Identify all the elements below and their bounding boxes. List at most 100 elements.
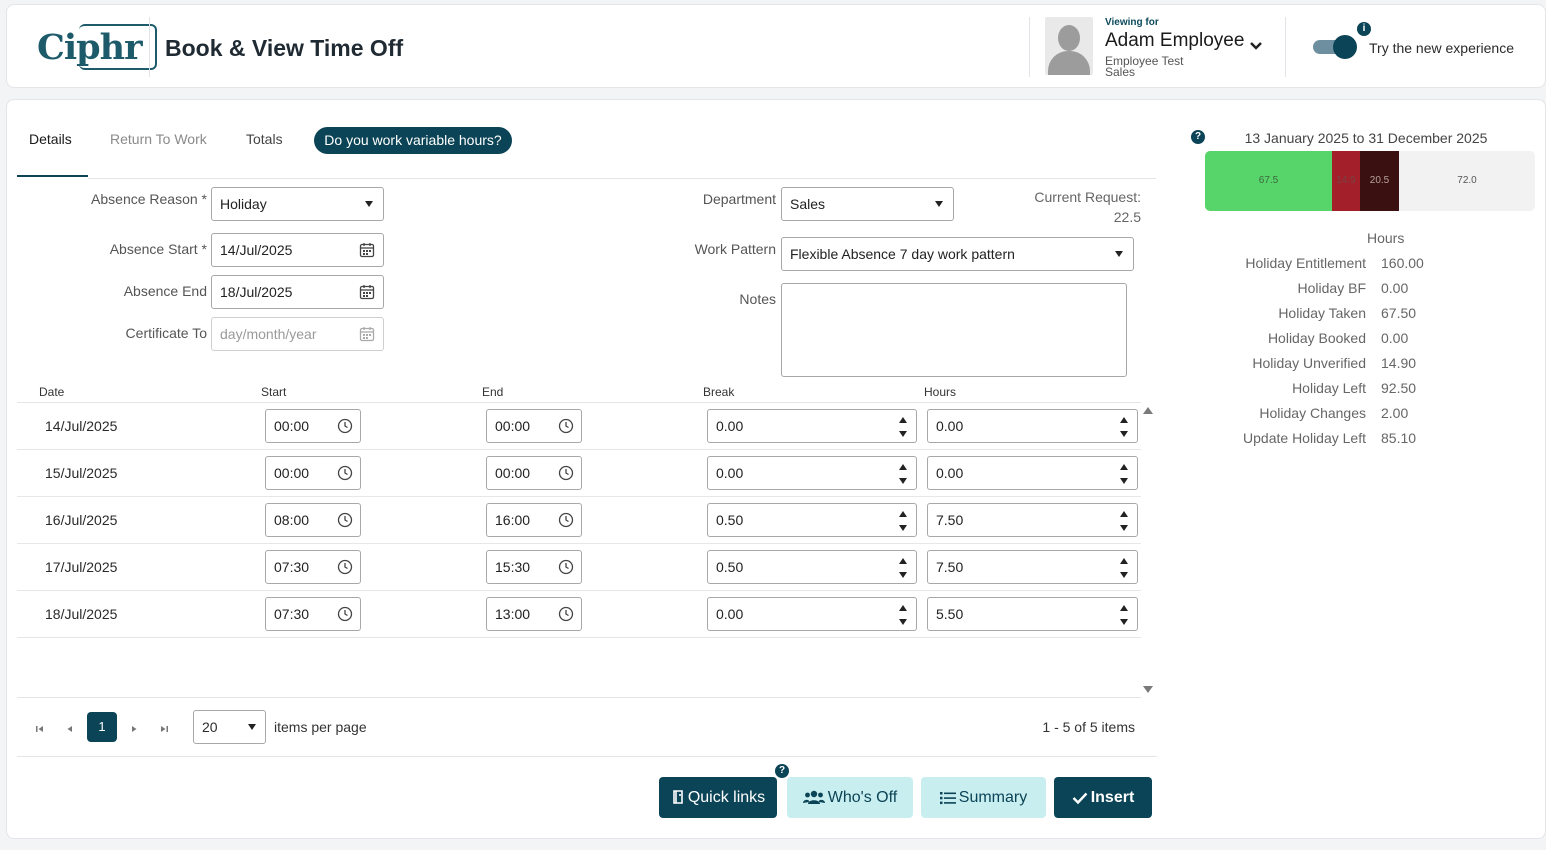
info-icon[interactable]: i: [1357, 22, 1371, 36]
break-input[interactable]: 0.50: [707, 550, 917, 584]
clock-icon[interactable]: [558, 512, 574, 528]
first-page-icon[interactable]: [33, 722, 47, 736]
header-divider: [1029, 17, 1030, 77]
work-pattern-select[interactable]: Flexible Absence 7 day work pattern: [781, 237, 1134, 271]
end-time-value: 15:30: [495, 559, 531, 575]
scroll-down-icon[interactable]: [1143, 686, 1153, 693]
column-header-end[interactable]: End: [482, 385, 503, 399]
end-time-input[interactable]: 13:00: [486, 597, 582, 631]
hours-input[interactable]: 0.00: [927, 409, 1138, 443]
hours-input[interactable]: 7.50: [927, 503, 1138, 537]
start-time-input[interactable]: 07:30: [265, 597, 361, 631]
quick-links-button[interactable]: Quick links: [659, 777, 777, 818]
hours-input[interactable]: 0.00: [927, 456, 1138, 490]
start-time-input[interactable]: 07:30: [265, 550, 361, 584]
certificate-to-placeholder: day/month/year: [220, 326, 317, 342]
hours-value: 7.50: [936, 559, 964, 575]
absence-end-field[interactable]: 18/Jul/2025: [211, 275, 384, 309]
variable-hours-button[interactable]: Do you work variable hours?: [314, 127, 512, 154]
end-time-input[interactable]: 00:00: [486, 409, 582, 443]
previous-page-icon[interactable]: [63, 722, 77, 736]
page-size-select[interactable]: 20: [193, 710, 266, 744]
spinner-arrows-icon[interactable]: [898, 558, 908, 578]
help-icon[interactable]: ?: [775, 764, 789, 778]
stat-value: 0.00: [1381, 280, 1409, 296]
work-pattern-label: Work Pattern: [694, 241, 776, 257]
end-time-input[interactable]: 16:00: [486, 503, 582, 537]
calendar-icon[interactable]: [359, 326, 375, 342]
start-time-input[interactable]: 00:00: [265, 456, 361, 490]
hours-input[interactable]: 7.50: [927, 550, 1138, 584]
start-time-input[interactable]: 08:00: [265, 503, 361, 537]
new-experience-toggle[interactable]: [1313, 35, 1359, 59]
tab-details[interactable]: Details: [29, 131, 72, 147]
column-header-break[interactable]: Break: [703, 385, 734, 399]
spinner-arrows-icon[interactable]: [1119, 417, 1129, 437]
stat-label: Update Holiday Left: [1243, 430, 1366, 446]
department-select[interactable]: Sales: [781, 187, 954, 221]
whos-off-button[interactable]: Who's Off: [787, 777, 913, 818]
insert-label: Insert: [1090, 789, 1135, 806]
clock-icon[interactable]: [337, 512, 353, 528]
spinner-arrows-icon[interactable]: [1119, 558, 1129, 578]
clock-icon[interactable]: [337, 559, 353, 575]
employee-name[interactable]: Adam Employee: [1105, 30, 1244, 52]
end-time-input[interactable]: 15:30: [486, 550, 582, 584]
spinner-arrows-icon[interactable]: [898, 417, 908, 437]
column-header-date[interactable]: Date: [39, 385, 64, 399]
break-input[interactable]: 0.00: [707, 597, 917, 631]
stat-value: 92.50: [1381, 380, 1417, 396]
end-time-input[interactable]: 00:00: [486, 456, 582, 490]
absence-reason-select[interactable]: Holiday: [211, 187, 384, 221]
calendar-icon[interactable]: [359, 284, 375, 300]
end-time-value: 00:00: [495, 418, 531, 434]
next-page-icon[interactable]: [127, 722, 141, 736]
certificate-to-field[interactable]: day/month/year: [211, 317, 384, 351]
clock-icon[interactable]: [558, 559, 574, 575]
end-time-value: 16:00: [495, 512, 531, 528]
page-number-button[interactable]: 1: [87, 712, 117, 742]
break-input[interactable]: 0.00: [707, 409, 917, 443]
spinner-arrows-icon[interactable]: [898, 464, 908, 484]
clock-icon[interactable]: [558, 606, 574, 622]
bar-segment: 20.5: [1360, 151, 1399, 211]
clock-icon[interactable]: [337, 606, 353, 622]
avatar[interactable]: [1045, 17, 1093, 75]
break-input[interactable]: 0.00: [707, 456, 917, 490]
absence-reason-label: Absence Reason *: [91, 191, 207, 207]
summary-button[interactable]: Summary: [921, 777, 1046, 818]
quick-links-label: Quick links: [687, 789, 766, 806]
start-time-input[interactable]: 00:00: [265, 409, 361, 443]
hours-input[interactable]: 5.50: [927, 597, 1138, 631]
clock-icon[interactable]: [337, 418, 353, 434]
ciphr-logo[interactable]: Ciphr: [31, 23, 157, 71]
tab-totals[interactable]: Totals: [246, 131, 283, 147]
dropdown-caret-icon: [935, 201, 943, 207]
spinner-arrows-icon[interactable]: [898, 605, 908, 625]
absence-start-field[interactable]: 14/Jul/2025: [211, 233, 384, 267]
spinner-arrows-icon[interactable]: [1119, 605, 1129, 625]
spinner-arrows-icon[interactable]: [898, 511, 908, 531]
list-icon: [939, 792, 956, 805]
avatar-body: [1048, 51, 1090, 75]
help-icon[interactable]: ?: [1191, 130, 1205, 144]
tab-return-to-work[interactable]: Return To Work: [110, 131, 207, 147]
dropdown-caret-icon: [365, 201, 373, 207]
clock-icon[interactable]: [337, 465, 353, 481]
insert-button[interactable]: Insert: [1054, 777, 1152, 818]
last-page-icon[interactable]: [157, 722, 171, 736]
chevron-down-icon[interactable]: [1247, 37, 1265, 55]
toggle-label: Try the new experience: [1369, 40, 1514, 56]
spinner-arrows-icon[interactable]: [1119, 464, 1129, 484]
column-header-hours[interactable]: Hours: [924, 385, 956, 399]
column-header-start[interactable]: Start: [261, 385, 286, 399]
break-input[interactable]: 0.50: [707, 503, 917, 537]
notes-textarea[interactable]: [781, 283, 1127, 377]
clock-icon[interactable]: [558, 465, 574, 481]
absence-reason-value: Holiday: [220, 196, 267, 212]
spinner-arrows-icon[interactable]: [1119, 511, 1129, 531]
calendar-icon[interactable]: [359, 242, 375, 258]
hours-header: Hours: [1367, 230, 1405, 246]
clock-icon[interactable]: [558, 418, 574, 434]
start-time-value: 07:30: [274, 559, 310, 575]
